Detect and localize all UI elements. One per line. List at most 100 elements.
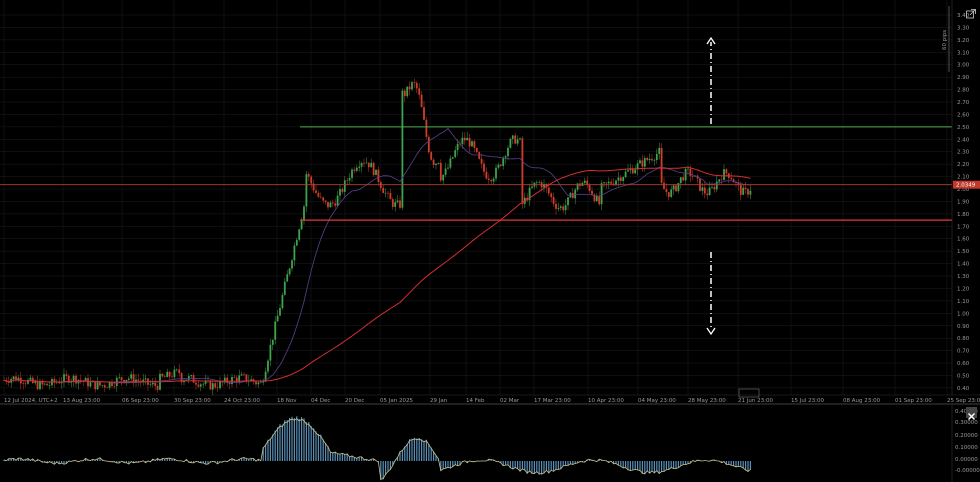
candle-body: [591, 190, 593, 195]
candle-body: [663, 182, 665, 190]
candle-body: [149, 384, 152, 385]
candle-body: [370, 162, 373, 168]
oscillator-bar: [303, 418, 305, 461]
candle-body: [288, 268, 291, 275]
time-tick-label: 30 Sep 23:00: [174, 398, 211, 404]
candle-body: [531, 186, 533, 188]
oscillator-bar: [543, 461, 545, 474]
oscillator-bar: [745, 461, 747, 471]
time-tick-label: 24 Oct 23:00: [224, 398, 260, 404]
price-tick-label: 0.40: [957, 386, 970, 392]
oscillator-bar: [281, 424, 283, 461]
candle-body: [675, 185, 677, 192]
price-tick-label: 0.50: [957, 373, 970, 379]
oscillator-bar: [565, 461, 567, 466]
candle-body: [163, 376, 166, 378]
oscillator-bar: [512, 461, 514, 470]
price-tick-label: 1.30: [957, 274, 970, 280]
candle-body: [63, 374, 65, 382]
oscillator-bar: [267, 439, 269, 461]
candle-body: [351, 169, 353, 179]
oscillator-bar: [517, 461, 519, 470]
candle-body: [588, 184, 591, 191]
oscillator-bar: [646, 461, 648, 472]
candle-body: [603, 182, 605, 184]
oscillator-bar: [529, 461, 531, 472]
candle-body: [447, 167, 449, 169]
oscillator-bar: [406, 443, 408, 461]
oscillator-bar: [421, 439, 423, 461]
candle-body: [423, 107, 425, 120]
close-icon[interactable]: [966, 407, 977, 420]
candle-body: [281, 294, 284, 309]
chart-grid: [0, 0, 952, 395]
candle-body: [415, 82, 418, 89]
oscillator-bar: [562, 461, 564, 466]
candle-body: [214, 383, 217, 388]
popout-icon[interactable]: [966, 4, 976, 19]
oscillator-bar: [658, 461, 660, 474]
candle-body: [634, 169, 637, 174]
dash-dot-down-arrow[interactable]: [706, 252, 716, 336]
candle-body: [151, 382, 154, 385]
candle-body: [394, 202, 397, 207]
candle-body: [571, 192, 574, 199]
oscillator-bar: [673, 461, 675, 469]
candle-body: [492, 178, 495, 182]
oscillator-bar: [284, 420, 286, 461]
price-tick-label: 1.10: [957, 299, 970, 305]
candle-body: [665, 189, 668, 193]
candle-body: [689, 168, 692, 177]
trading-chart[interactable]: 3.403.303.203.103.002.902.802.702.602.50…: [0, 0, 980, 482]
oscillator-bar: [519, 461, 521, 472]
candle-body: [293, 245, 296, 261]
time-axis-labels: 12 Jul 2024, UTC+2 13 Aug 23:00 06 Sep 23:…: [4, 398, 980, 404]
oscillator-bar: [269, 438, 271, 461]
candle-body: [473, 141, 476, 149]
candle-body: [243, 374, 245, 375]
candle-body: [48, 385, 51, 386]
oscillator-bar: [387, 461, 389, 473]
candle-body: [303, 206, 305, 220]
oscillator-bar: [536, 461, 538, 473]
time-tick-label: 10 Apr 23:00: [588, 398, 624, 404]
candle-body: [175, 369, 178, 371]
time-tick-label: 05 Jan 2025: [380, 398, 413, 404]
candle-body: [564, 205, 567, 211]
price-tick-label: 1.80: [957, 212, 970, 218]
current-price-tag: 2.0349: [953, 180, 980, 189]
candle-body: [36, 381, 39, 390]
candle-body: [720, 179, 723, 181]
candle-body: [387, 192, 389, 194]
candle-body: [276, 315, 279, 322]
candle-body: [72, 375, 75, 381]
candle-body: [574, 189, 577, 199]
candle-body: [286, 274, 289, 282]
candle-body: [101, 385, 104, 386]
candle-body: [389, 193, 392, 200]
candle-body: [161, 373, 164, 377]
oscillator-bar: [737, 461, 739, 467]
price-tick-label: 2.30: [957, 150, 970, 156]
candle-body: [511, 135, 514, 139]
oscillator-bar: [293, 418, 295, 461]
oscillator-bar: [625, 461, 627, 468]
candle-body: [617, 177, 620, 181]
candle-body: [586, 180, 589, 185]
candle-body: [413, 82, 416, 83]
candle-body: [411, 82, 413, 90]
dash-dot-up-arrow[interactable]: [706, 36, 716, 124]
price-tick-label: 1.90: [957, 199, 970, 205]
price-tick-label: 2.50: [957, 125, 970, 131]
candle-body: [240, 374, 243, 376]
oscillator-bar: [329, 451, 331, 461]
candle-body: [168, 371, 171, 377]
candle-body: [461, 137, 464, 145]
oscillator-bar: [416, 438, 418, 461]
candle-body: [319, 196, 322, 198]
candle-body: [377, 169, 380, 183]
time-tick-label: 04 May 23:00: [638, 398, 676, 404]
time-tick-label: 17 Mar 23:00: [534, 398, 571, 404]
candle-body: [156, 385, 159, 390]
candle-body: [567, 197, 569, 206]
